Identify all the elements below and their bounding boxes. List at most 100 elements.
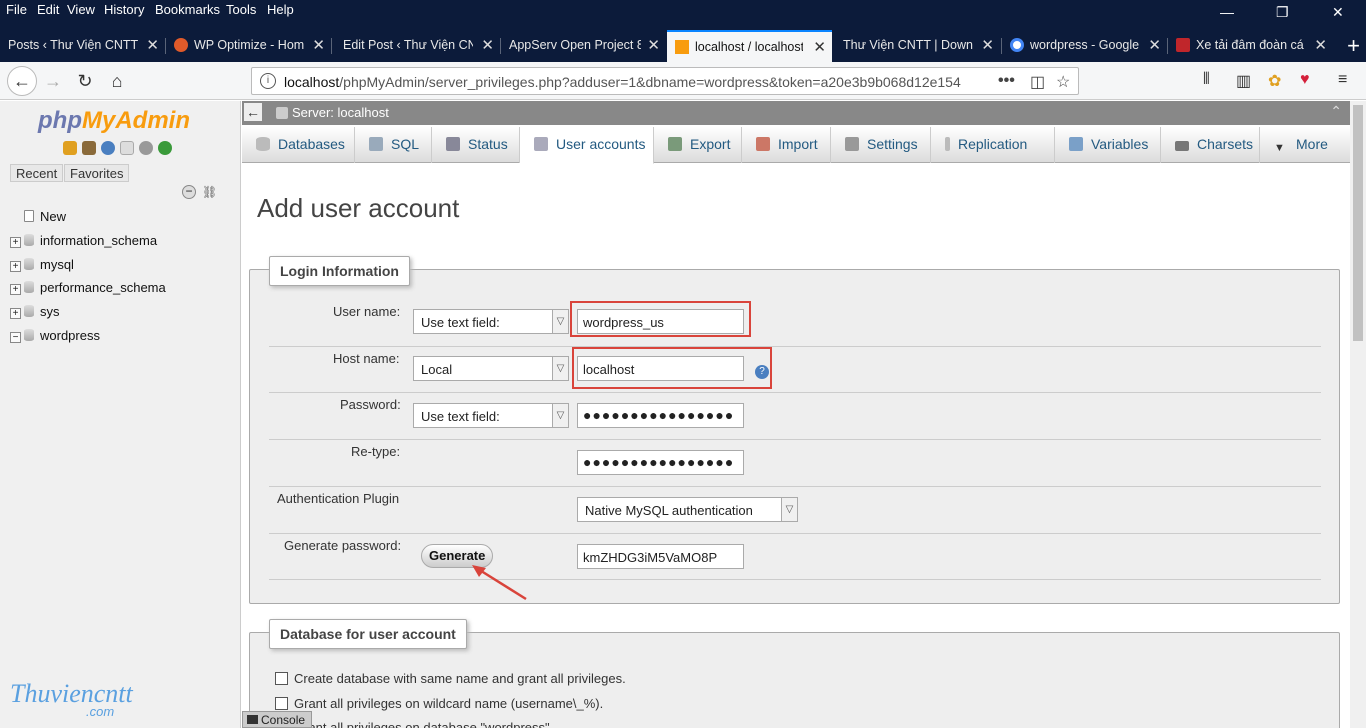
vertical-scrollbar[interactable] — [1350, 101, 1366, 728]
settings-gear-icon[interactable] — [139, 141, 153, 155]
checkbox-grant-database[interactable]: Grant all privileges on database "wordpr… — [275, 720, 553, 728]
scrollbar-thumb[interactable] — [1353, 105, 1363, 341]
browser-tab[interactable]: AppServ Open Project 8. ✕ — [501, 30, 666, 62]
tab-import[interactable]: Import — [742, 127, 831, 163]
expand-icon[interactable]: + — [10, 284, 21, 295]
phpmyadmin-logo[interactable]: phpMyAdmin — [38, 107, 190, 135]
minimize-icon[interactable]: — — [1220, 4, 1234, 20]
generated-password-input[interactable]: kmZHDG3iM5VaMO8P — [577, 544, 744, 569]
url-text[interactable]: localhost/phpMyAdmin/server_privileges.p… — [284, 74, 964, 90]
tab-replication[interactable]: Replication — [931, 127, 1055, 163]
tab-more[interactable]: ▼ More — [1260, 127, 1350, 163]
browser-tab[interactable]: WP Optimize - Home ✕ — [166, 30, 331, 62]
new-tab-icon[interactable]: + — [1347, 33, 1360, 59]
retype-password-input[interactable]: ●●●●●●●●●●●●●●●● — [577, 450, 744, 475]
tab-close-icon[interactable]: ✕ — [146, 36, 159, 54]
chevron-down-icon: ▽ — [552, 357, 568, 380]
menu-view[interactable]: View — [67, 2, 95, 17]
recent-button[interactable]: Recent — [10, 164, 64, 182]
sidebar-toggle-icon[interactable]: ▥ — [1236, 71, 1251, 91]
tree-item-information-schema[interactable]: + information_schema — [10, 233, 157, 253]
tab-label: Charsets — [1197, 136, 1254, 152]
bookmark-star-icon[interactable]: ☆ — [1056, 72, 1070, 92]
hamburger-menu-icon[interactable]: ≡ — [1338, 71, 1347, 89]
library-icon[interactable]: ⫴ — [1203, 71, 1210, 89]
auth-plugin-label: Authentication Plugin — [277, 491, 400, 506]
pocket-save-icon[interactable]: ♥ — [1300, 71, 1310, 89]
restore-icon[interactable]: ❐ — [1276, 4, 1289, 21]
phpmyadmin-favicon-icon — [675, 40, 689, 54]
checkbox[interactable] — [275, 672, 288, 685]
expand-icon[interactable]: + — [10, 237, 21, 248]
tab-close-icon[interactable]: ✕ — [1148, 36, 1161, 54]
tab-settings[interactable]: Settings — [831, 127, 931, 163]
home-icon[interactable] — [63, 141, 77, 155]
checkbox-label: Grant all privileges on wildcard name (u… — [294, 696, 604, 711]
database-icon — [24, 329, 34, 341]
logout-icon[interactable] — [82, 141, 96, 155]
link-with-main-icon[interactable]: ⛓ — [202, 185, 217, 199]
window-close-icon[interactable]: ✕ — [1332, 4, 1344, 21]
checkbox[interactable] — [275, 697, 288, 710]
url-bar[interactable]: i localhost/phpMyAdmin/server_privileges… — [251, 67, 1079, 95]
collapse-all-icon[interactable]: − — [182, 185, 196, 199]
collapse-icon[interactable]: − — [10, 332, 21, 343]
browser-tab[interactable]: wordpress - Google ✕ — [1002, 30, 1167, 62]
tree-item-new[interactable]: New — [24, 209, 66, 229]
tab-variables[interactable]: Variables — [1055, 127, 1161, 163]
tree-item-sys[interactable]: + sys — [10, 304, 60, 324]
expand-icon[interactable]: + — [10, 308, 21, 319]
tab-close-icon[interactable]: ✕ — [981, 36, 994, 54]
tab-close-icon[interactable]: ✕ — [481, 36, 494, 54]
password-select[interactable]: Use text field: ▽ — [413, 403, 569, 428]
collapse-sidebar-icon[interactable]: ← — [244, 103, 262, 121]
browser-tab-active[interactable]: localhost / localhost ✕ — [667, 30, 832, 62]
tab-status[interactable]: Status — [432, 127, 520, 163]
reload-icon[interactable]: ↻ — [72, 68, 98, 94]
menu-tools[interactable]: Tools — [226, 2, 256, 17]
menu-file[interactable]: File — [6, 2, 27, 17]
page-actions-icon[interactable]: ••• — [998, 72, 1015, 90]
pocket-icon[interactable]: ◫ — [1030, 72, 1045, 92]
tab-sql[interactable]: SQL — [355, 127, 432, 163]
browser-tab[interactable]: Thư Viện CNTT | Downlo ✕ — [835, 30, 1000, 62]
scroll-up-icon[interactable]: ⌃ — [1330, 103, 1342, 120]
server-label[interactable]: Server: localhost — [292, 105, 389, 120]
back-arrow-icon[interactable]: ← — [7, 66, 37, 96]
user-name-select[interactable]: Use text field: ▽ — [413, 309, 569, 334]
tab-databases[interactable]: Databases — [242, 127, 355, 163]
tree-item-mysql[interactable]: + mysql — [10, 257, 74, 277]
browser-tab[interactable]: Xe tải đâm đoàn cán ✕ — [1168, 30, 1333, 62]
checkbox-create-db[interactable]: Create database with same name and grant… — [275, 671, 626, 686]
tab-charsets[interactable]: Charsets — [1161, 127, 1260, 163]
tab-close-icon[interactable]: ✕ — [813, 38, 826, 56]
tab-export[interactable]: Export — [654, 127, 742, 163]
tree-item-performance-schema[interactable]: + performance_schema — [10, 280, 166, 300]
menu-bookmarks[interactable]: Bookmarks — [155, 2, 220, 17]
extension-icon[interactable]: ✿ — [1268, 71, 1281, 91]
menu-history[interactable]: History — [104, 2, 144, 17]
forward-arrow-icon[interactable]: → — [40, 68, 66, 94]
console-toggle[interactable]: Console — [242, 711, 312, 728]
info-icon[interactable]: i — [260, 73, 276, 89]
tab-close-icon[interactable]: ✕ — [647, 36, 660, 54]
password-input[interactable]: ●●●●●●●●●●●●●●●● — [577, 403, 744, 428]
tab-user-accounts[interactable]: User accounts — [520, 127, 654, 164]
menu-help[interactable]: Help — [267, 2, 294, 17]
checkbox-grant-wildcard[interactable]: Grant all privileges on wildcard name (u… — [275, 696, 603, 711]
docs-icon[interactable] — [120, 141, 134, 155]
home-icon[interactable]: ⌂ — [104, 68, 130, 94]
url-path: /phpMyAdmin/server_privileges.php?adduse… — [339, 74, 961, 90]
menu-edit[interactable]: Edit — [37, 2, 59, 17]
browser-tab[interactable]: Edit Post ‹ Thư Viện CNTT ✕ — [335, 30, 500, 62]
tree-item-wordpress[interactable]: − wordpress — [10, 328, 100, 348]
tab-close-icon[interactable]: ✕ — [1314, 36, 1327, 54]
favorites-button[interactable]: Favorites — [64, 164, 130, 182]
tab-close-icon[interactable]: ✕ — [312, 36, 325, 54]
expand-icon[interactable]: + — [10, 261, 21, 272]
auth-plugin-select[interactable]: Native MySQL authentication ▽ — [577, 497, 798, 522]
browser-tab[interactable]: Posts ‹ Thư Viện CNTT | ✕ — [0, 30, 165, 62]
host-name-select[interactable]: Local ▽ — [413, 356, 569, 381]
help-icon[interactable] — [101, 141, 115, 155]
reload-navigation-icon[interactable] — [158, 141, 172, 155]
